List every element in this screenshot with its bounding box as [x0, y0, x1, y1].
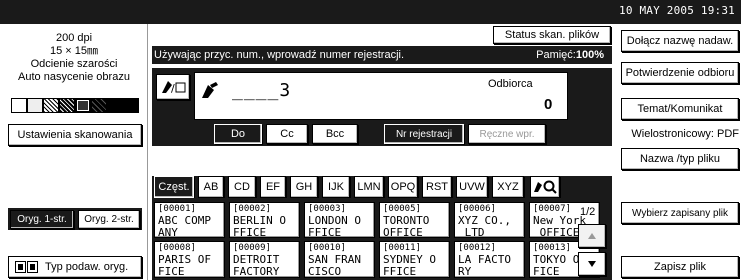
arrow-up-icon	[588, 233, 596, 239]
subject-message-button[interactable]: Temat/Komunikat	[621, 98, 739, 120]
store-file-button[interactable]: Zapisz plik	[621, 256, 739, 278]
tab-ijk[interactable]: IJK	[322, 176, 350, 198]
entry-name: ABC COMP ANY	[158, 214, 211, 238]
entry-name: LA FACTO RY	[458, 253, 511, 278]
tab-opq[interactable]: OPQ	[388, 176, 418, 198]
file-type-value: Wielostronicowy: PDF	[631, 128, 739, 140]
date-time: 10 MAY 2005 19:31	[619, 4, 735, 17]
entry-name: DETROIT FACTORY	[233, 253, 280, 278]
density-swatch	[27, 98, 43, 113]
email-pencil-icon	[200, 82, 222, 105]
arrow-down-icon	[588, 261, 596, 267]
memory-label: Pamięć:	[536, 49, 576, 61]
email-folder-icon: /	[162, 81, 186, 95]
recipient-count: 0	[544, 96, 553, 113]
memory-indicator: Pamięć:100%	[536, 49, 604, 61]
scan-type-value: Odcienie szarości	[30, 58, 118, 70]
entry-name: LONDON O FFICE	[308, 214, 361, 238]
scroll-down-button[interactable]	[578, 252, 606, 276]
entry-name: TORONTO OFFICE	[383, 214, 430, 238]
scan-size-value: 15 × 15㎜	[49, 45, 98, 57]
entry-name: BERLIN O FFICE	[233, 214, 286, 238]
density-swatch-selected	[75, 98, 91, 113]
tab-xyz[interactable]: XYZ	[492, 176, 524, 198]
receipt-confirmation-button[interactable]: Potwierdzenie odbioru	[621, 62, 739, 84]
scan-file-status-button[interactable]: Status skan. plików	[493, 26, 611, 44]
density-swatch	[11, 98, 27, 113]
address-entry[interactable]: [00006] XYZ CO., LTD	[454, 202, 525, 238]
page-indicator: 1/2	[580, 206, 596, 218]
tab-cd[interactable]: CD	[228, 176, 256, 198]
density-swatch	[59, 98, 75, 113]
scroll-up-button[interactable]	[578, 224, 606, 248]
address-entry[interactable]: [00009] DETROIT FACTORY	[229, 241, 300, 278]
instruction-text: Używając przyc. num., wprowadź numer rej…	[154, 49, 405, 61]
address-entry[interactable]: [00008] PARIS OF FICE	[154, 241, 225, 278]
feed-type-icon	[15, 261, 39, 273]
density-swatch	[43, 98, 59, 113]
entry-name: PARIS OF FICE	[158, 253, 211, 278]
address-entry[interactable]: [00003] LONDON O FFICE	[304, 202, 375, 238]
resolution-value: 200 dpi	[55, 32, 93, 44]
address-entry[interactable]: [00005] TORONTO OFFICE	[379, 202, 450, 238]
address-entry[interactable]: [00011] SYDNEY O FFICE	[379, 241, 450, 278]
recipient-label: Odbiorca	[488, 78, 533, 90]
original-1-sided-button[interactable]: Oryg. 1-str.	[10, 210, 74, 229]
scan-to-folder-toggle[interactable]: /	[156, 74, 190, 100]
registration-number-button[interactable]: Nr rejestracji	[384, 124, 464, 144]
memory-value: 100%	[575, 49, 604, 61]
tab-ab[interactable]: AB	[198, 176, 224, 198]
tab-ef[interactable]: EF	[260, 176, 286, 198]
entry-name: SAN FRAN CISCO	[308, 253, 361, 278]
address-entry[interactable]: [00012] LA FACTO RY	[454, 241, 525, 278]
tab-gh[interactable]: GH	[290, 176, 318, 198]
density-value: Auto nasycenie obrazu	[18, 71, 130, 83]
select-stored-file-button[interactable]: Wybierz zapisany plik	[621, 202, 739, 224]
tab-lmn[interactable]: LMN	[354, 176, 384, 198]
scan-settings-button[interactable]: Ustawienia skanowania	[8, 124, 142, 146]
original-feed-type-button[interactable]: Typ podaw. oryg.	[8, 256, 142, 278]
density-swatch	[91, 98, 107, 113]
registration-number-entry: ____3	[232, 80, 292, 101]
feed-type-label: Typ podaw. oryg.	[45, 260, 129, 273]
density-swatch	[123, 98, 139, 113]
tab-uvw[interactable]: UVW	[456, 176, 488, 198]
entry-name: SYDNEY O FFICE	[383, 253, 436, 278]
address-search-button[interactable]	[530, 176, 560, 198]
file-name-type-button[interactable]: Nazwa /typ pliku	[621, 148, 739, 170]
entry-name: XYZ CO., LTD	[458, 214, 511, 238]
tab-frequent[interactable]: Częst.	[154, 176, 194, 198]
address-entry[interactable]: [00010] SAN FRAN CISCO	[304, 241, 375, 278]
instruction-bar: Używając przyc. num., wprowadź numer rej…	[152, 46, 612, 64]
svg-text:/: /	[171, 82, 175, 95]
density-swatch	[107, 98, 123, 113]
address-entry[interactable]: [00001] ABC COMP ANY	[154, 202, 225, 238]
address-entry[interactable]: [00002] BERLIN O FFICE	[229, 202, 300, 238]
tab-rst[interactable]: RST	[422, 176, 452, 198]
manual-entry-button[interactable]: Ręczne wpr.	[468, 124, 546, 144]
bcc-button[interactable]: Bcc	[312, 124, 358, 144]
original-2-sided-button[interactable]: Oryg. 2-str.	[78, 210, 140, 229]
to-button[interactable]: Do	[214, 124, 262, 144]
cc-button[interactable]: Cc	[266, 124, 308, 144]
attach-sender-name-button[interactable]: Dołącz nazwę nadaw.	[621, 30, 739, 52]
search-icon	[534, 180, 557, 194]
